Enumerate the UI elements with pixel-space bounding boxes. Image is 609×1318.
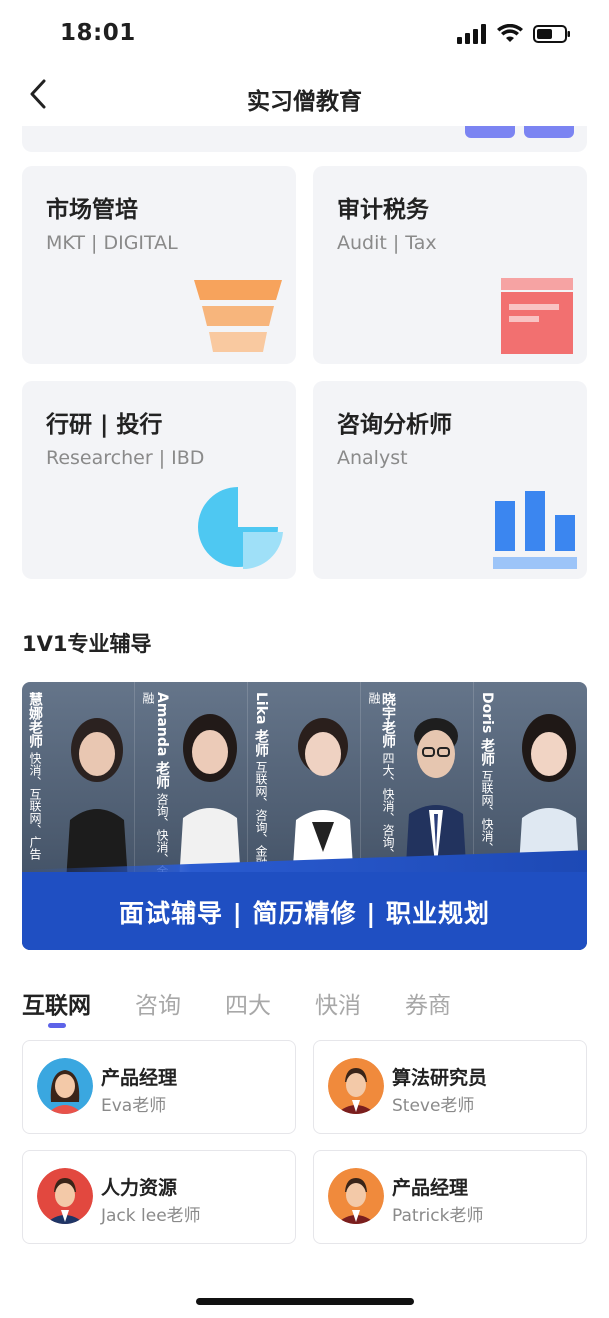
male-avatar-icon (37, 1168, 93, 1224)
teacher-label: Lika 老师 互联网、咨询、金融 (253, 692, 269, 870)
mentor-name: Steve老师 (392, 1096, 475, 1116)
category-card-analyst[interactable]: 咨询分析师 Analyst (313, 381, 587, 579)
category-subtitle: Analyst (337, 447, 408, 469)
active-tab-indicator (48, 1023, 66, 1028)
teacher-label: 慧娜老师 快消、互联网、广告 (27, 692, 43, 860)
signal-icon (457, 24, 487, 48)
mentor-card[interactable]: 人力资源 Jack lee老师 (22, 1150, 296, 1244)
wifi-icon (497, 23, 523, 48)
category-card-research[interactable]: 行研 | 投行 Researcher | IBD (22, 381, 296, 579)
section-title: 1V1专业辅导 (22, 632, 152, 656)
home-indicator[interactable] (196, 1298, 414, 1305)
category-title: 审计税务 (337, 197, 429, 223)
teacher-label: Doris 老师 互联网、快消、银行 (479, 692, 495, 878)
mentor-card[interactable]: 产品经理 Patrick老师 (313, 1150, 587, 1244)
pie-chart-icon (198, 485, 288, 575)
document-icon (501, 278, 575, 358)
teacher-panel: 晓宇老师 四大、快消、咨询、金融 (361, 682, 474, 882)
tab-securities[interactable]: 券商 (405, 986, 451, 1030)
teacher-label: Amanda 老师 咨询、快消、金融 (141, 692, 170, 878)
mentor-role: 算法研究员 (392, 1067, 488, 1089)
category-subtitle: MKT | DIGITAL (46, 232, 178, 254)
category-title: 市场管培 (46, 197, 138, 223)
teacher-panel: Lika 老师 互联网、咨询、金融 (248, 682, 361, 882)
teacher-panel: 慧娜老师 快消、互联网、广告 (22, 682, 135, 882)
nav-bar: 实习僧教育 (0, 68, 609, 128)
teacher-portrait (179, 702, 241, 882)
banner-slogan: 面试辅导 | 简历精修 | 职业规划 (118, 899, 491, 928)
coaching-banner[interactable]: 慧娜老师 快消、互联网、广告 Amanda 老师 咨询、快消、金融 Lika 老… (22, 682, 587, 950)
male-avatar-icon (328, 1058, 384, 1114)
teacher-portrait (292, 702, 354, 882)
mentor-role: 产品经理 (101, 1067, 178, 1089)
mentor-name: Patrick老师 (392, 1206, 484, 1226)
category-subtitle: Audit | Tax (337, 232, 437, 254)
bar-chart-icon (493, 489, 577, 575)
category-card-audit[interactable]: 审计税务 Audit | Tax (313, 166, 587, 364)
category-subtitle: Researcher | IBD (46, 447, 205, 469)
status-bar: 18:01 (0, 0, 609, 66)
teacher-portrait (66, 702, 128, 882)
mentor-card[interactable]: 产品经理 Eva老师 (22, 1040, 296, 1134)
teacher-panel: Amanda 老师 咨询、快消、金融 (135, 682, 248, 882)
category-card-marketing[interactable]: 市场管培 MKT | DIGITAL (22, 166, 296, 364)
funnel-icon (194, 278, 284, 358)
tab-consulting[interactable]: 咨询 (135, 986, 181, 1030)
mentor-name: Jack lee老师 (101, 1206, 201, 1226)
mentor-role: 产品经理 (392, 1177, 469, 1199)
female-avatar-icon (37, 1058, 93, 1114)
status-icons (457, 23, 571, 48)
status-time: 18:01 (60, 20, 136, 46)
teacher-label: 晓宇老师 四大、快消、咨询、金融 (367, 692, 396, 872)
peek-button[interactable] (524, 126, 574, 138)
tab-fmcg[interactable]: 快消 (315, 986, 361, 1030)
page-title: 实习僧教育 (247, 89, 362, 115)
mentor-card[interactable]: 算法研究员 Steve老师 (313, 1040, 587, 1134)
mentor-role: 人力资源 (101, 1177, 178, 1199)
male-avatar-icon (328, 1168, 384, 1224)
category-title: 咨询分析师 (337, 412, 452, 438)
category-title: 行研 | 投行 (46, 412, 163, 438)
tab-big-four[interactable]: 四大 (225, 986, 271, 1030)
scrolled-card-peek (22, 126, 587, 152)
industry-tabs: 互联网 咨询 四大 快消 券商 (22, 986, 495, 1030)
battery-icon (533, 24, 571, 48)
mentor-name: Eva老师 (101, 1096, 167, 1116)
peek-button[interactable] (465, 126, 515, 138)
